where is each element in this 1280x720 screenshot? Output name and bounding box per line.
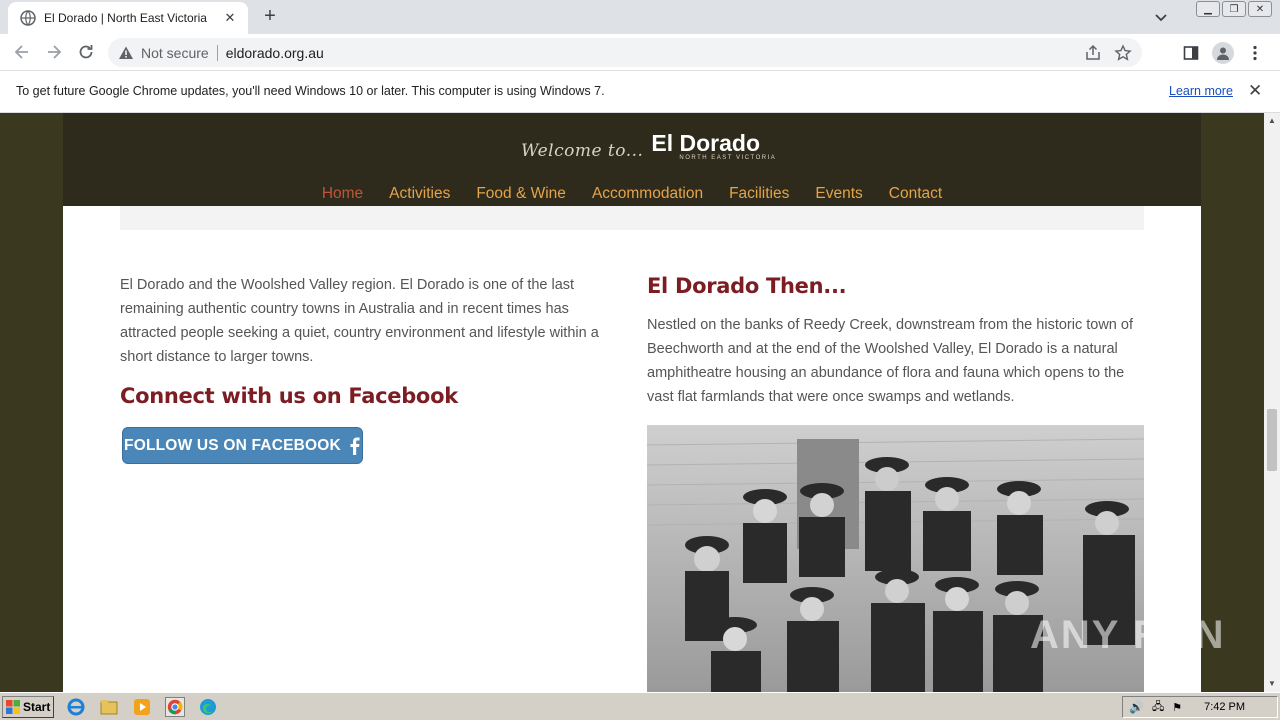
- logo-name: El Dorado: [651, 130, 761, 156]
- address-bar[interactable]: Not secure eldorado.org.au: [108, 38, 1142, 67]
- share-icon[interactable]: [1084, 44, 1102, 62]
- windows-logo-icon: [6, 700, 20, 714]
- close-window-button[interactable]: ✕: [1248, 1, 1272, 17]
- reload-icon[interactable]: [76, 42, 96, 62]
- intro-paragraph: El Dorado and the Woolshed Valley region…: [120, 277, 599, 365]
- infobar-close-icon[interactable]: ✕: [1248, 81, 1262, 101]
- then-heading: El Dorado Then...: [647, 274, 847, 298]
- system-tray: 🔊 🖧 ⚑ 7:42 PM: [1122, 696, 1278, 718]
- tab-title: El Dorado | North East Victoria: [44, 11, 207, 25]
- main-nav: Home Activities Food & Wine Accommodatio…: [63, 185, 1201, 203]
- person-icon: [1217, 47, 1229, 60]
- bookmark-star-icon[interactable]: [1114, 44, 1132, 62]
- windows-taskbar: Start 🔊 🖧 ⚑ 7:42 PM: [0, 692, 1280, 720]
- taskbar-clock[interactable]: 7:42 PM: [1204, 701, 1245, 713]
- action-center-flag-icon[interactable]: ⚑: [1172, 701, 1182, 714]
- logo-brand: El Dorado NORTH EAST VICTORIA: [651, 131, 776, 161]
- browser-tab[interactable]: El Dorado | North East Victoria ✕: [8, 2, 248, 34]
- update-infobar: To get future Google Chrome updates, you…: [0, 71, 1280, 113]
- internet-explorer-icon[interactable]: [66, 697, 86, 717]
- follow-facebook-button[interactable]: FOLLOW US ON FACEBOOK: [122, 427, 363, 464]
- learn-more-link[interactable]: Learn more: [1169, 84, 1233, 98]
- facebook-heading: Connect with us on Facebook: [120, 384, 458, 408]
- follow-facebook-label: FOLLOW US ON FACEBOOK: [124, 436, 341, 454]
- facebook-f-icon: [350, 437, 360, 455]
- tab-strip: El Dorado | North East Victoria ✕ + ▁ ❐ …: [0, 0, 1280, 34]
- window-controls: ▁ ❐ ✕: [1196, 1, 1272, 17]
- browser-toolbar: Not secure eldorado.org.au: [0, 34, 1280, 71]
- chrome-icon[interactable]: [165, 697, 185, 717]
- content-divider-bar: [120, 206, 1144, 230]
- back-arrow-icon[interactable]: [12, 42, 32, 62]
- network-icon[interactable]: 🖧: [1152, 698, 1164, 717]
- minimize-button[interactable]: ▁: [1196, 1, 1220, 17]
- logo-welcome-text: Welcome to...: [521, 141, 644, 161]
- toolbar-right-actions: [1182, 42, 1264, 64]
- nav-accommodation[interactable]: Accommodation: [592, 185, 703, 203]
- forward-arrow-icon[interactable]: [44, 42, 64, 62]
- address-separator: [216, 44, 218, 61]
- warning-triangle-icon[interactable]: [118, 45, 134, 61]
- logo-subtitle: NORTH EAST VICTORIA: [679, 155, 777, 161]
- nav-facilities[interactable]: Facilities: [729, 185, 789, 203]
- page-scrollbar[interactable]: ▲ ▼: [1264, 113, 1280, 692]
- site-header: Welcome to... El Dorado NORTH EAST VICTO…: [63, 113, 1201, 206]
- restore-button[interactable]: ❐: [1222, 1, 1246, 17]
- side-panel-icon[interactable]: [1182, 44, 1200, 62]
- infobar-message: To get future Google Chrome updates, you…: [16, 84, 605, 98]
- profile-avatar[interactable]: [1212, 42, 1234, 64]
- anyrun-watermark: ANY RUN: [1030, 613, 1226, 657]
- quick-launch: [66, 697, 218, 717]
- media-player-icon[interactable]: [132, 697, 152, 717]
- tab-close-icon[interactable]: ✕: [222, 10, 238, 26]
- tab-search-chevron-icon[interactable]: [1152, 8, 1170, 26]
- nav-events[interactable]: Events: [815, 185, 862, 203]
- security-label[interactable]: Not secure: [141, 45, 209, 61]
- volume-icon[interactable]: 🔊: [1129, 700, 1144, 714]
- omnibox-actions: [1084, 44, 1132, 62]
- start-button[interactable]: Start: [2, 696, 54, 718]
- file-explorer-icon[interactable]: [99, 697, 119, 717]
- scrollbar-thumb[interactable]: [1267, 409, 1277, 471]
- new-tab-button[interactable]: +: [258, 6, 282, 28]
- url-text[interactable]: eldorado.org.au: [226, 45, 324, 61]
- start-label: Start: [23, 700, 51, 714]
- kebab-menu-icon[interactable]: [1246, 44, 1264, 62]
- edge-icon[interactable]: [198, 697, 218, 717]
- scroll-up-arrow-icon[interactable]: ▲: [1268, 116, 1276, 125]
- page-viewport: Welcome to... El Dorado NORTH EAST VICTO…: [0, 113, 1264, 692]
- nav-food-wine[interactable]: Food & Wine: [476, 185, 566, 203]
- globe-icon: [20, 10, 36, 26]
- site-logo[interactable]: Welcome to... El Dorado NORTH EAST VICTO…: [521, 131, 776, 161]
- nav-home[interactable]: Home: [322, 185, 363, 203]
- nav-contact[interactable]: Contact: [889, 185, 942, 203]
- nav-activities[interactable]: Activities: [389, 185, 450, 203]
- then-paragraph: Nestled on the banks of Reedy Creek, dow…: [647, 317, 1133, 405]
- scroll-down-arrow-icon[interactable]: ▼: [1268, 679, 1276, 688]
